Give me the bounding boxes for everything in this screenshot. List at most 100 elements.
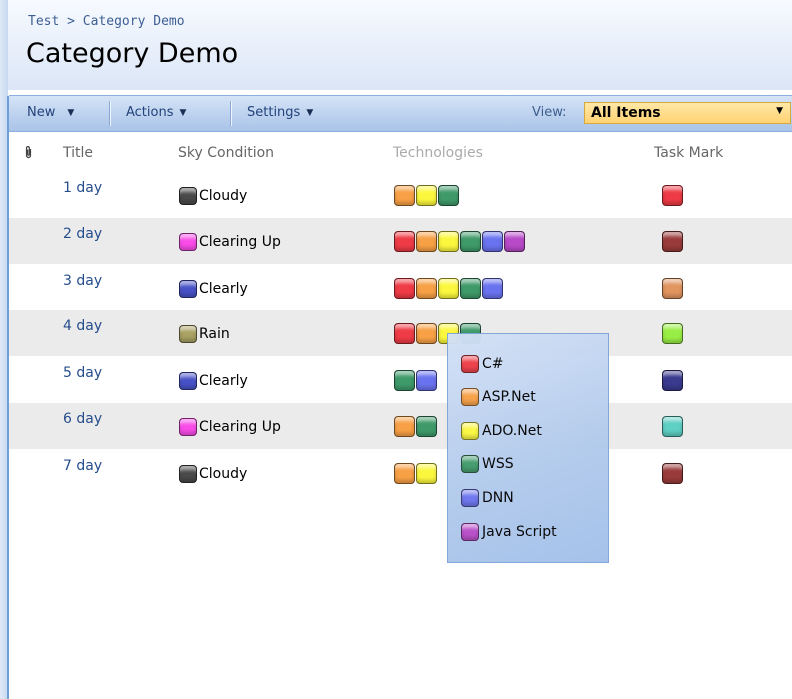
task-mark-swatch [662, 185, 683, 206]
technology-swatch [394, 370, 415, 391]
technologies-cell [394, 416, 437, 437]
row-title-link[interactable]: 2 day [63, 226, 102, 242]
page-header: Test > Category Demo Category Demo [8, 0, 792, 90]
technology-swatch [438, 185, 459, 206]
technology-swatch [416, 185, 437, 206]
view-select-value: All Items [591, 105, 661, 121]
legend-label: ASP.Net [482, 389, 536, 405]
technology-swatch [416, 463, 437, 484]
task-mark-cell [662, 370, 683, 395]
row-title-link[interactable]: 5 day [63, 365, 102, 381]
legend-color-swatch [461, 523, 479, 541]
legend-color-swatch [461, 355, 479, 373]
table-row: 2 day Clearing Up [9, 218, 792, 264]
breadcrumb-separator: > [59, 14, 83, 29]
sky-condition-label: Clearing Up [199, 419, 281, 435]
technologies-cell [394, 370, 437, 391]
breadcrumb: Test > Category Demo [28, 14, 185, 29]
paperclip-icon[interactable] [24, 145, 33, 159]
task-mark-cell [662, 278, 683, 303]
technologies-legend-popup: C# ASP.Net ADO.Net WSS DNN Java Script [447, 333, 609, 563]
technology-swatch [394, 463, 415, 484]
technology-swatch [460, 278, 481, 299]
legend-item: C# [461, 355, 504, 373]
legend-label: WSS [482, 456, 514, 472]
column-header-technologies: Technologies [393, 145, 483, 161]
technology-swatch [482, 231, 503, 252]
page-title: Category Demo [26, 38, 239, 69]
technology-swatch [482, 278, 503, 299]
sky-condition-color-swatch [179, 372, 197, 390]
sky-condition-cell: Clearly [179, 280, 248, 298]
sky-condition-label: Clearing Up [199, 234, 281, 250]
column-header-task-mark[interactable]: Task Mark [654, 145, 723, 161]
settings-menu-button[interactable]: Settings ▼ [247, 105, 313, 120]
new-menu-label: New [27, 105, 56, 120]
legend-item: DNN [461, 489, 514, 507]
breadcrumb-current: Category Demo [82, 14, 185, 29]
legend-label: DNN [482, 490, 514, 506]
technology-swatch [394, 278, 415, 299]
row-title-link[interactable]: 3 day [63, 273, 102, 289]
sky-condition-color-swatch [179, 465, 197, 483]
sky-condition-cell: Clearing Up [179, 418, 281, 436]
technology-swatch [416, 370, 437, 391]
legend-color-swatch [461, 455, 479, 473]
sky-condition-label: Clearly [199, 373, 248, 389]
settings-menu-label: Settings [247, 105, 301, 120]
chevron-down-icon: ▼ [179, 107, 187, 118]
legend-item: WSS [461, 455, 514, 473]
sky-condition-cell: Rain [179, 325, 230, 343]
actions-menu-button[interactable]: Actions ▼ [126, 105, 186, 120]
technology-swatch [416, 416, 437, 437]
task-mark-swatch [662, 370, 683, 391]
sky-condition-color-swatch [179, 280, 197, 298]
sky-condition-cell: Cloudy [179, 465, 247, 483]
legend-label: ADO.Net [482, 423, 542, 439]
column-header-title[interactable]: Title [63, 145, 93, 161]
row-title-link[interactable]: 6 day [63, 411, 102, 427]
sky-condition-label: Cloudy [199, 466, 248, 482]
column-header-sky-condition[interactable]: Sky Condition [178, 145, 274, 161]
chevron-down-icon[interactable]: ▼ [67, 108, 74, 118]
task-mark-swatch [662, 416, 683, 437]
sky-condition-cell: Clearing Up [179, 233, 281, 251]
technology-swatch [394, 185, 415, 206]
table-row: 1 day Cloudy [9, 172, 792, 218]
list-toolbar: New ▼ Actions ▼ Settings ▼ View: All Ite… [9, 95, 792, 132]
task-mark-cell [662, 231, 683, 256]
toolbar-separator [230, 101, 231, 126]
sky-condition-color-swatch [179, 325, 197, 343]
toolbar-separator [109, 101, 110, 126]
breadcrumb-link-site[interactable]: Test [28, 14, 59, 29]
technology-swatch [438, 278, 459, 299]
legend-label: Java Script [482, 524, 557, 540]
legend-color-swatch [461, 388, 479, 406]
row-title-link[interactable]: 4 day [63, 318, 102, 334]
technologies-cell [394, 463, 437, 484]
new-menu-button[interactable]: New ▼ [27, 105, 74, 120]
sky-condition-label: Clearly [199, 281, 248, 297]
chevron-down-icon: ▼ [776, 106, 783, 116]
technologies-cell [394, 231, 525, 252]
legend-item: Java Script [461, 523, 557, 541]
row-title-link[interactable]: 7 day [63, 458, 102, 474]
task-mark-swatch [662, 323, 683, 344]
technology-swatch [394, 416, 415, 437]
sky-condition-cell: Cloudy [179, 187, 247, 205]
row-title-link[interactable]: 1 day [63, 180, 102, 196]
technology-swatch [394, 231, 415, 252]
sky-condition-color-swatch [179, 418, 197, 436]
table-row: 3 day Clearly [9, 265, 792, 311]
table-row: 6 day Clearing Up [9, 403, 792, 449]
legend-color-swatch [461, 489, 479, 507]
table-row: 4 day Rain [9, 310, 792, 356]
sky-condition-label: Cloudy [199, 188, 248, 204]
technology-swatch [504, 231, 525, 252]
sky-condition-color-swatch [179, 233, 197, 251]
technology-swatch [416, 278, 437, 299]
table-row: 7 day Cloudy [9, 450, 792, 496]
view-select[interactable]: All Items ▼ [584, 102, 791, 124]
sky-condition-color-swatch [179, 187, 197, 205]
task-mark-cell [662, 323, 683, 348]
